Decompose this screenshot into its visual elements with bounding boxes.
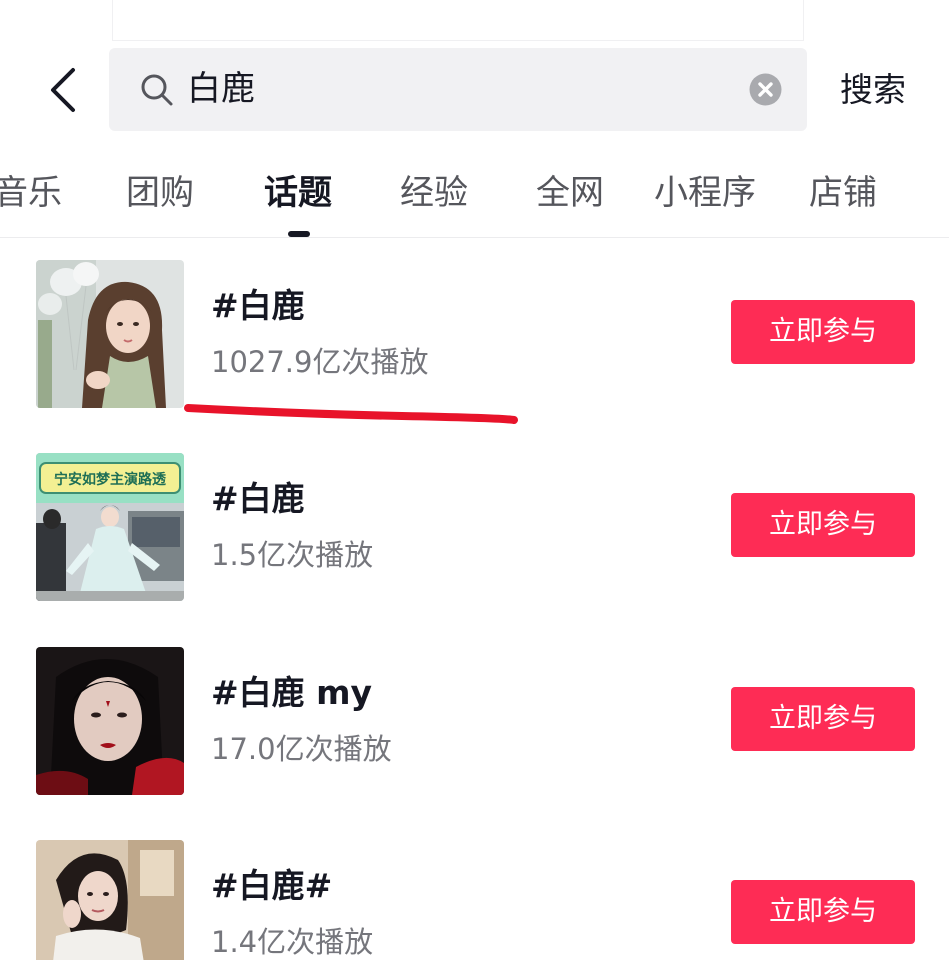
tab-shops[interactable]: 店铺 [809,169,877,217]
topic-result[interactable]: #白鹿 1027.9亿次播放 立即参与 [0,260,949,408]
tab-group-buy[interactable]: 团购 [126,169,194,217]
search-button[interactable]: 搜索 [840,66,906,114]
clear-icon[interactable] [749,73,782,106]
topic-thumbnail[interactable] [36,260,184,408]
back-button[interactable] [32,58,92,122]
tab-experience[interactable]: 经验 [400,169,468,217]
search-input[interactable]: 白鹿 [109,48,807,131]
search-icon [141,74,173,106]
topic-title: #白鹿 [211,286,305,325]
tab-music[interactable]: 音乐 [0,169,62,217]
topic-result[interactable]: #白鹿 my 17.0亿次播放 立即参与 [0,647,949,795]
topic-thumbnail[interactable]: 宁安如梦主演路透 [36,453,184,601]
join-button[interactable]: 立即参与 [731,687,915,751]
topic-thumbnail[interactable] [36,647,184,795]
topic-result[interactable]: #白鹿# 1.4亿次播放 立即参与 [0,840,949,960]
tab-mini-programs[interactable]: 小程序 [654,169,756,217]
topic-result[interactable]: 宁安如梦主演路透 #白鹿 1.5亿次播放 立即参与 [0,453,949,601]
topic-view-count: 1027.9亿次播放 [211,345,429,379]
tabs-divider [0,237,949,238]
search-query-text[interactable]: 白鹿 [187,66,255,112]
previous-card-edge [112,0,804,41]
tab-web[interactable]: 全网 [536,169,604,217]
join-button[interactable]: 立即参与 [731,493,915,557]
topic-view-count: 1.4亿次播放 [211,925,374,959]
chevron-left-icon [51,68,75,112]
tab-topics[interactable]: 话题 [264,169,332,217]
topic-view-count: 1.5亿次播放 [211,538,374,572]
category-tabs: 音乐 团购 话题 经验 全网 小程序 店铺 [0,165,949,237]
search-results-page: 白鹿 搜索 音乐 团购 话题 经验 全网 小程序 店铺 #白鹿 1027.9亿次… [0,0,949,960]
join-button[interactable]: 立即参与 [731,300,915,364]
topic-title: #白鹿 [211,479,305,518]
topic-view-count: 17.0亿次播放 [211,732,392,766]
topic-thumbnail[interactable] [36,840,184,960]
join-button[interactable]: 立即参与 [731,880,915,944]
topic-title: #白鹿# [211,866,333,905]
topic-title: #白鹿 my [211,673,373,712]
thumbnail-banner-text: 宁安如梦主演路透 [54,471,167,488]
